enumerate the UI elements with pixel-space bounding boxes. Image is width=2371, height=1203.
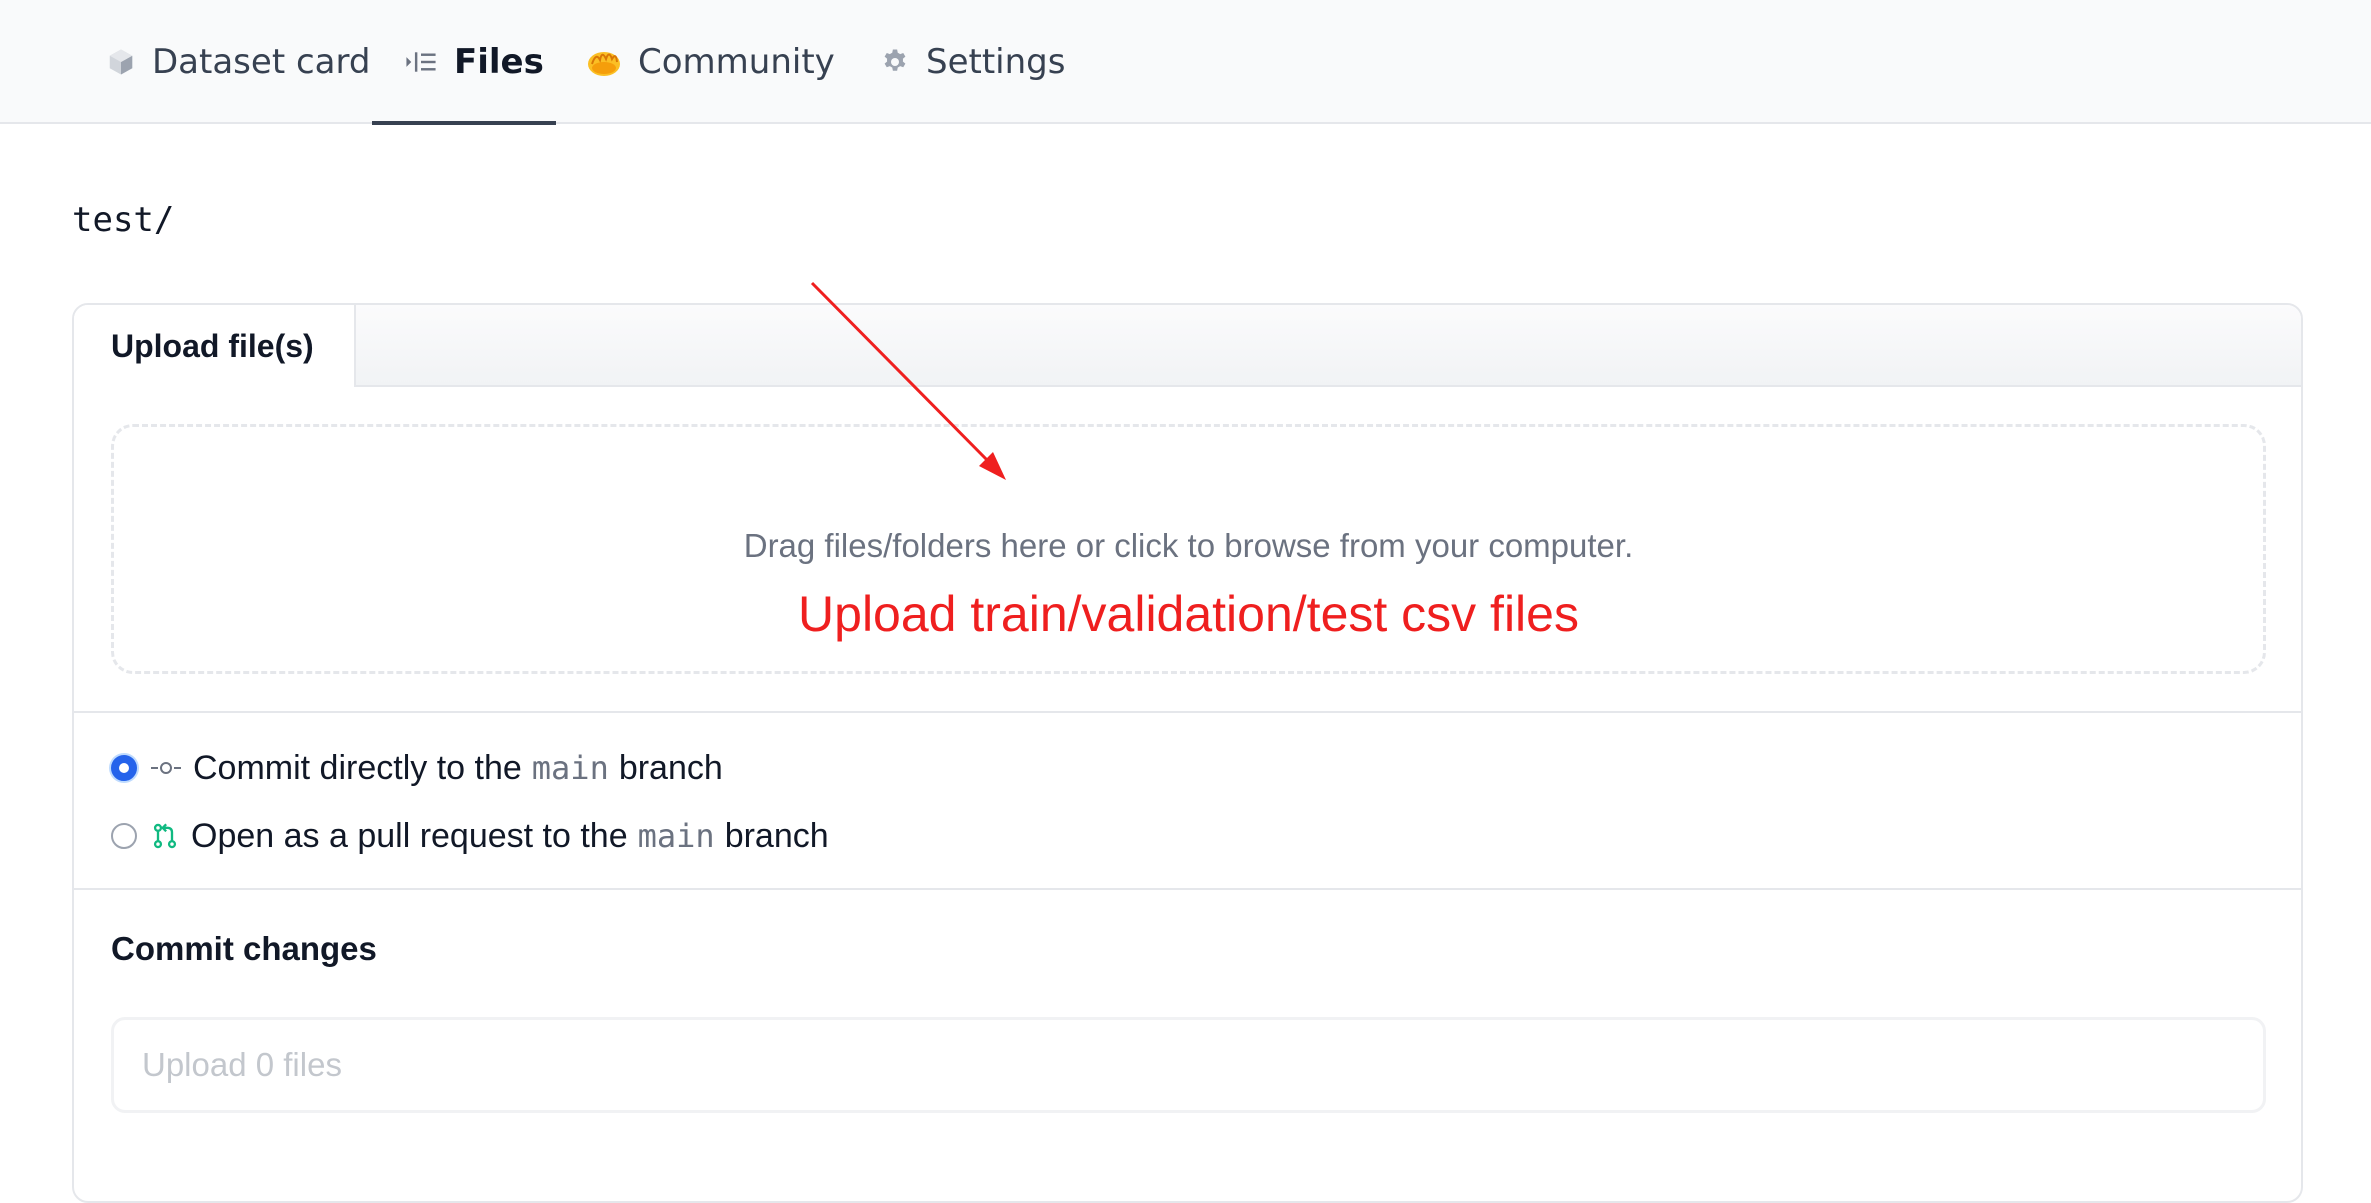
gear-icon bbox=[880, 47, 910, 77]
tab-upload-files[interactable]: Upload file(s) bbox=[74, 305, 356, 387]
commit-direct-radio[interactable] bbox=[111, 755, 137, 781]
tab-label: Dataset card bbox=[152, 42, 371, 82]
tab-label: Files bbox=[454, 42, 544, 82]
commit-summary-input[interactable] bbox=[111, 1017, 2266, 1113]
tab-label: Community bbox=[638, 42, 835, 82]
commit-icon bbox=[151, 760, 181, 776]
branch-name: main bbox=[531, 749, 609, 787]
option-text-suffix: branch bbox=[618, 748, 723, 787]
file-dropzone[interactable]: Drag files/folders here or click to brow… bbox=[111, 424, 2266, 674]
commit-changes-title: Commit changes bbox=[111, 930, 377, 967]
repo-tab-bar: Dataset card Files Community Settings bbox=[0, 0, 2371, 125]
branch-name: main bbox=[637, 817, 715, 855]
tab-settings[interactable]: Settings bbox=[880, 0, 1065, 124]
pull-request-icon bbox=[151, 822, 179, 850]
active-tab-indicator bbox=[372, 121, 556, 125]
tab-community[interactable]: Community bbox=[586, 0, 835, 124]
option-text-prefix: Open as a pull request to the bbox=[191, 816, 628, 855]
option-text-prefix: Commit directly to the bbox=[193, 748, 522, 787]
upload-card: Upload file(s) Drag files/folders here o… bbox=[72, 303, 2303, 1203]
divider bbox=[74, 711, 2301, 713]
divider bbox=[74, 888, 2301, 890]
tab-files[interactable]: Files bbox=[404, 0, 544, 124]
open-pull-request-option[interactable]: Open as a pull request to the main branc… bbox=[111, 813, 829, 859]
dropzone-instructions: Drag files/folders here or click to brow… bbox=[743, 527, 1634, 564]
tab-dataset-card[interactable]: Dataset card bbox=[106, 0, 370, 124]
commit-direct-option[interactable]: Commit directly to the main branch bbox=[111, 745, 723, 791]
pull-request-radio[interactable] bbox=[111, 823, 137, 849]
current-path: test/ bbox=[72, 200, 175, 240]
hands-emoji-icon bbox=[586, 46, 622, 78]
upload-card-header: Upload file(s) bbox=[74, 305, 2301, 387]
tab-label: Settings bbox=[926, 42, 1066, 82]
annotation-caption: Upload train/validation/test csv files bbox=[798, 586, 1579, 642]
cube-icon bbox=[106, 47, 136, 77]
files-icon bbox=[404, 47, 438, 77]
option-text-suffix: branch bbox=[724, 816, 829, 855]
